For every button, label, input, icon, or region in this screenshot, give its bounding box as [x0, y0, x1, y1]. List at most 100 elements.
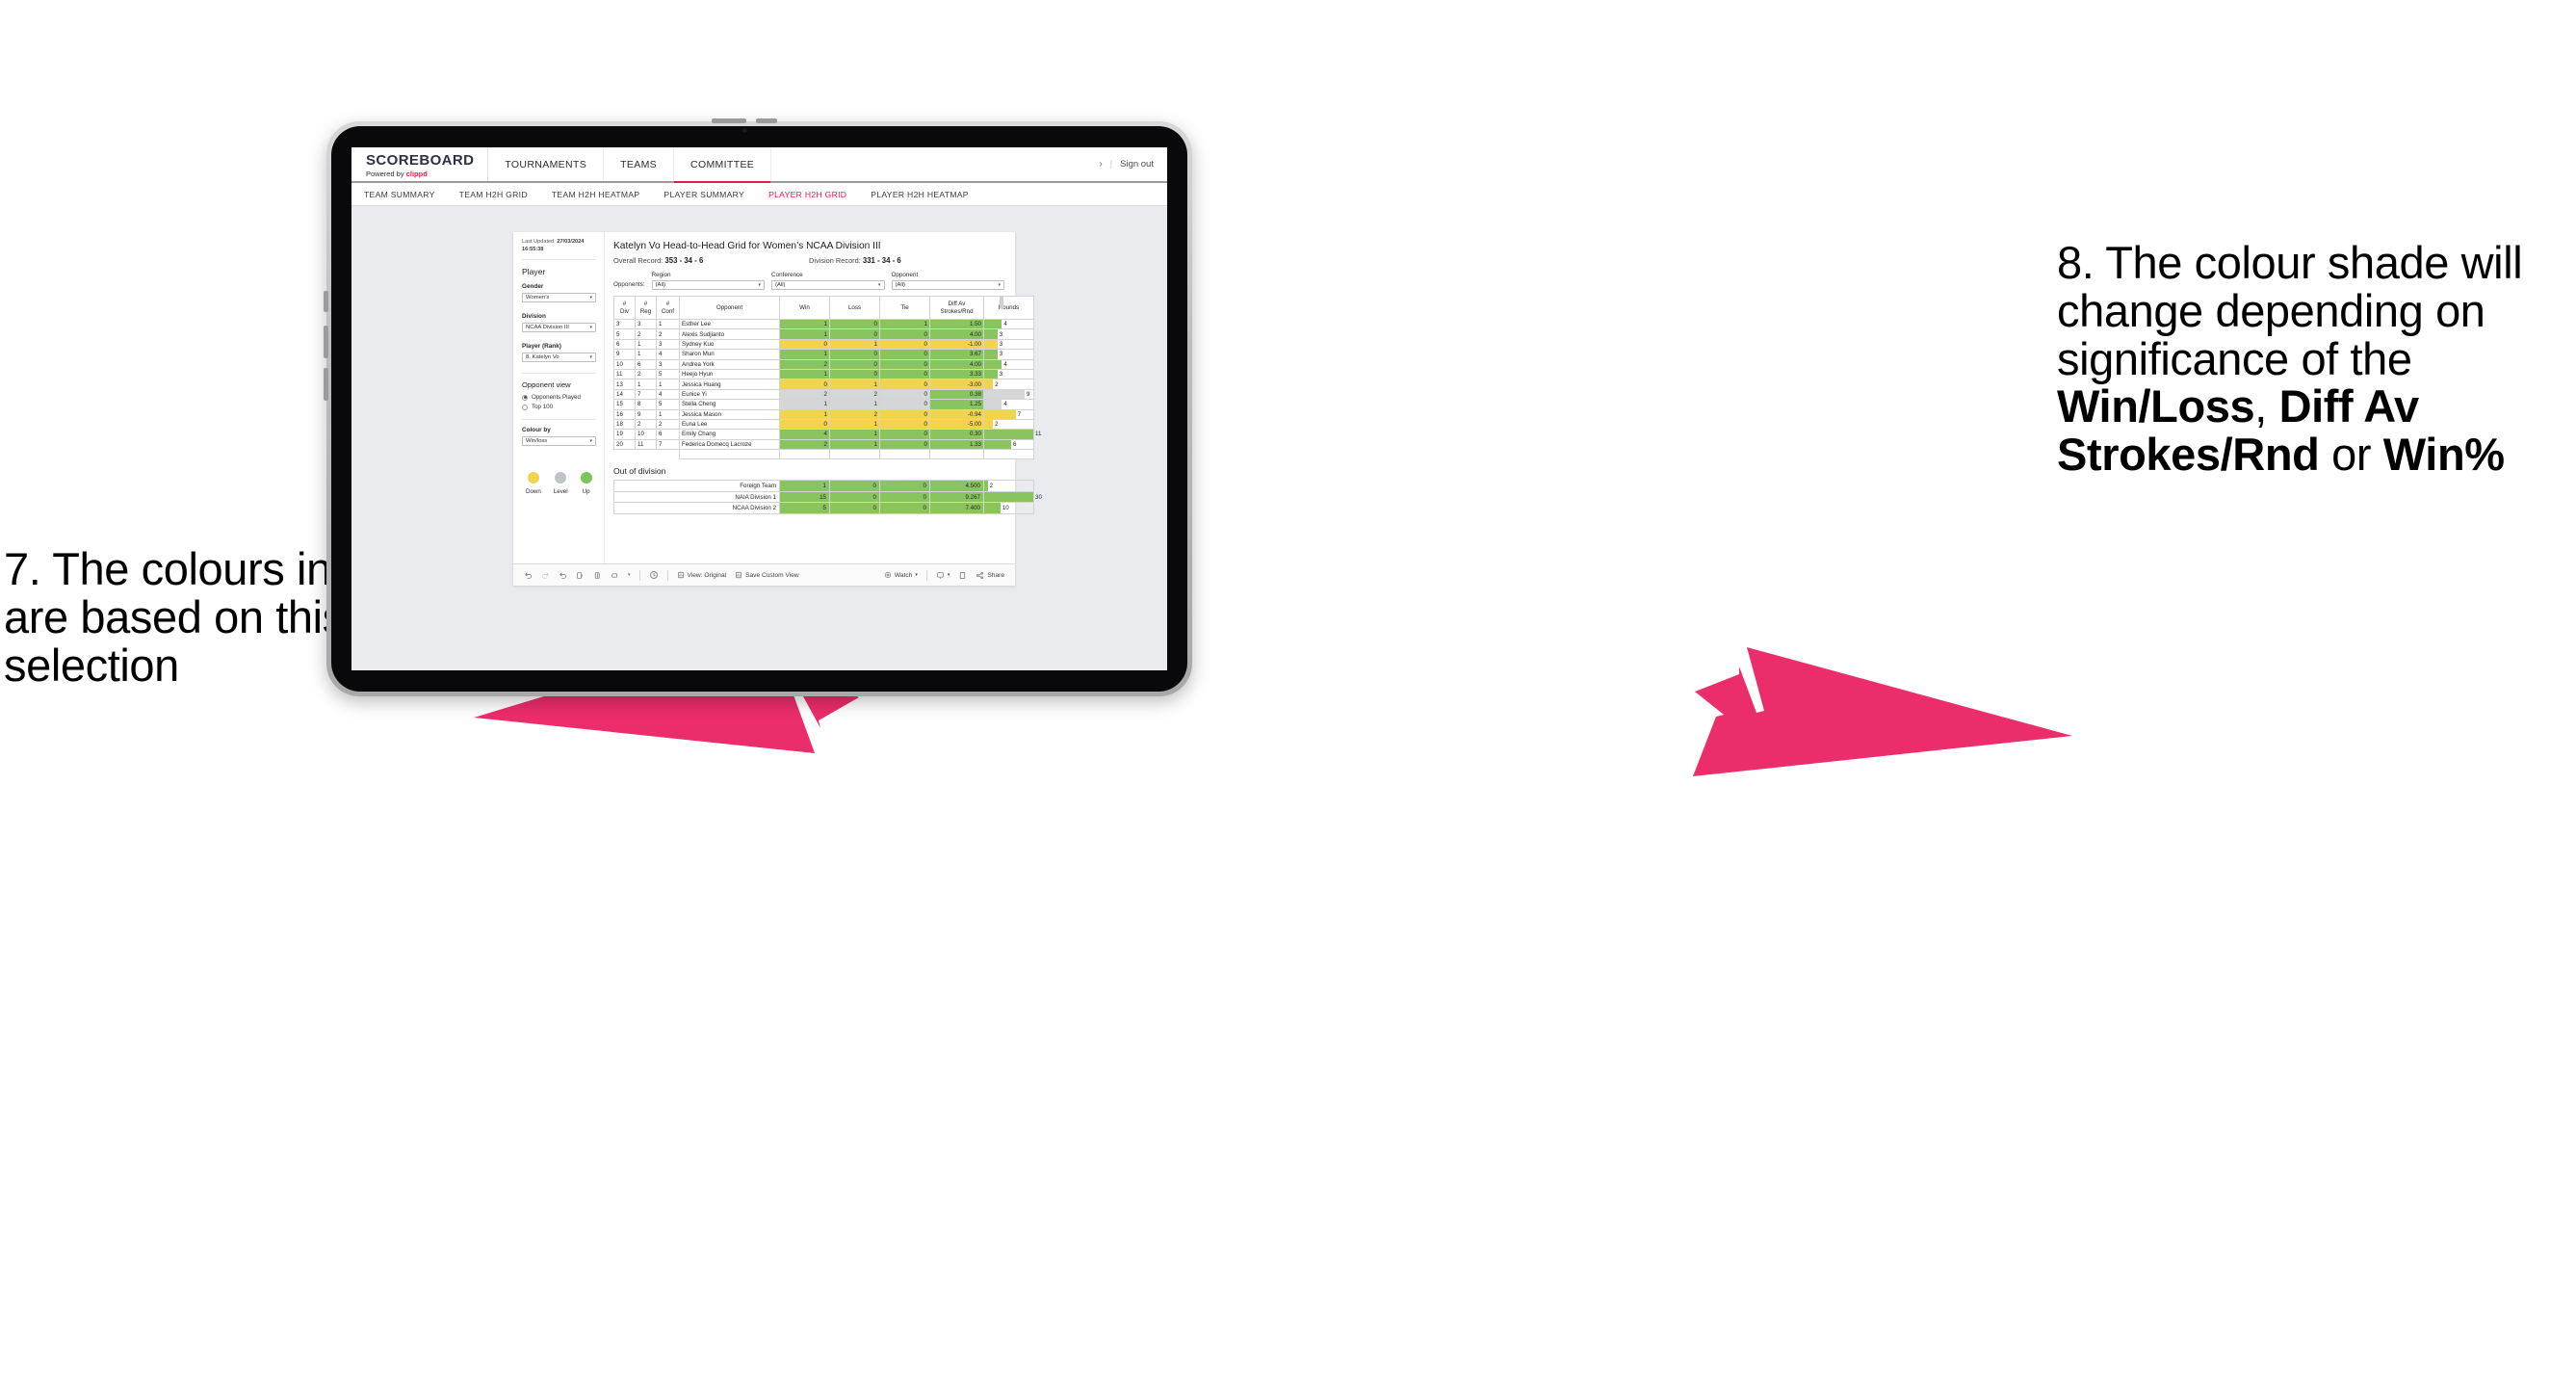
table-row[interactable]: 11 2 5 Heejo Hyun 1 0 0 3.33 3: [613, 368, 1034, 380]
ood-rounds-value: 10: [1002, 505, 1009, 512]
topnav-item-teams[interactable]: TEAMS: [604, 147, 675, 181]
topnav-item-tournaments[interactable]: TOURNAMENTS: [488, 147, 605, 181]
ood-cell-diff: 7.400: [929, 502, 984, 514]
table-header-cell-8[interactable]: Rounds: [983, 296, 1034, 320]
redo-icon[interactable]: [541, 571, 550, 580]
sign-out-link[interactable]: Sign out: [1120, 159, 1154, 170]
opponent-filter-conference-select[interactable]: (All) ▾: [771, 280, 885, 290]
table-row[interactable]: 20 11 7 Federica Domecq Lacroze 2 1 0 1.33 6: [613, 438, 1034, 451]
shape-icon[interactable]: [611, 571, 619, 580]
pause-icon[interactable]: [593, 571, 602, 580]
sidebar-divider-2: [522, 373, 596, 375]
table-row[interactable]: 9 1 4 Sharon Mun 1 0 0 3.67 3: [613, 349, 1034, 360]
subnav-item-team-h2h-grid[interactable]: TEAM H2H GRID: [459, 190, 528, 199]
annotation-8-bold-winloss: Win/Loss: [2057, 380, 2255, 432]
watch-button[interactable]: Watch ▾: [884, 571, 918, 579]
brand-powered-prefix: Powered by: [366, 169, 406, 178]
table-header-cell-1[interactable]: # Reg: [635, 296, 657, 320]
out-of-division-row[interactable]: Foreign Team 1 0 0 4.500 2: [613, 480, 1034, 492]
table-header-cell-5[interactable]: Loss: [829, 296, 880, 320]
filter-gender-select[interactable]: Women’s ▾: [522, 293, 596, 303]
cell-reg: 1: [635, 379, 657, 390]
subnav-item-player-h2h-heatmap[interactable]: PLAYER H2H HEATMAP: [871, 190, 969, 199]
chevron-right-icon[interactable]: ›: [1099, 159, 1102, 170]
filter-colour-by-select[interactable]: Win/loss ▾: [522, 436, 596, 447]
cell-reg: 3: [635, 318, 657, 330]
overall-record-value: 353 - 34 - 6: [664, 256, 704, 265]
opponent-filter-region-select[interactable]: (All) ▾: [651, 280, 766, 290]
last-updated: Last Updated: 27/03/2024 16:55:38: [522, 239, 596, 253]
undo-icon[interactable]: [524, 571, 533, 580]
out-of-division-title: Out of division: [613, 466, 666, 477]
out-of-division-table: Foreign Team 1 0 0 4.500 2 NAIA Division 1 15 0 0…: [613, 480, 1042, 514]
radio-icon-unselected: [522, 404, 528, 410]
opponent-filter-opponent-select[interactable]: (All) ▾: [891, 280, 1005, 290]
table-header-cell-4[interactable]: Win: [779, 296, 830, 320]
fullscreen-icon[interactable]: [958, 571, 967, 580]
app-header: SCOREBOARD Powered by clippd TOURNAMENTS…: [351, 147, 1167, 183]
table-scrollbar[interactable]: [1000, 296, 1003, 309]
view-original-button[interactable]: View: Original: [677, 571, 726, 579]
clock-icon[interactable]: [649, 570, 659, 580]
cell-rounds: 3: [983, 349, 1034, 360]
share-button[interactable]: Share: [976, 571, 1004, 580]
table-row[interactable]: 14 7 4 Eunice Yi 2 2 0 0.38 9: [613, 388, 1034, 401]
cell-opponent: Heejo Hyun: [679, 368, 780, 380]
rounds-bar: [984, 439, 1012, 450]
table-row[interactable]: 6 1 3 Sydney Kuo 0 1 0 -1.00 3: [613, 338, 1034, 351]
chevron-down-icon: ▾: [915, 572, 918, 578]
table-row[interactable]: 18 2 2 Euna Lee 0 1 0 -5.00 2: [613, 418, 1034, 431]
revert-icon[interactable]: [559, 571, 567, 580]
table-row[interactable]: 13 1 1 Jessica Huang 0 1 0 -3.00 2: [613, 379, 1034, 390]
cell-rounds: 3: [983, 328, 1034, 340]
cell-rounds: 3: [983, 368, 1034, 380]
cell-conf: 3: [656, 358, 680, 370]
ood-cell-opponent: NCAA Division 2: [613, 502, 780, 514]
table-row[interactable]: 16 9 1 Jessica Mason 1 2 0 -0.94 7: [613, 408, 1034, 420]
table-row[interactable]: 3 3 1 Esther Lee 1 0 1 1.50 4: [613, 318, 1034, 330]
tablet-button-side-1: [324, 326, 328, 358]
cell-opponent: Emily Chang: [679, 429, 780, 440]
out-of-division-row[interactable]: NAIA Division 1 15 0 0 9.267 30: [613, 490, 1042, 504]
save-custom-view-button[interactable]: Save Custom View: [735, 571, 799, 579]
chevron-down-icon[interactable]: ▾: [628, 572, 631, 578]
table-row[interactable]: 10 6 3 Andrea York 2 0 0 4.00 4: [613, 358, 1034, 370]
table-header-cell-2[interactable]: # Conf: [656, 296, 680, 320]
rounds-bar: [984, 329, 998, 339]
table-row[interactable]: 5 2 2 Alexis Sudjianto 1 0 0 4.00 3: [613, 328, 1034, 340]
toolbar-divider-1: [638, 569, 640, 581]
subnav-item-team-h2h-heatmap[interactable]: TEAM H2H HEATMAP: [552, 190, 640, 199]
radio-top-100[interactable]: Top 100: [522, 404, 596, 410]
subnav-item-player-h2h-grid[interactable]: PLAYER H2H GRID: [768, 190, 846, 199]
cell-reg: 2: [635, 368, 657, 380]
visualization-body: Last Updated: 27/03/2024 16:55:38 Player…: [513, 232, 1042, 563]
table-row[interactable]: 15 8 5 Stella Cheng 1 1 0 1.25 4: [613, 399, 1034, 410]
cell-loss: 1: [829, 418, 880, 431]
rounds-value: 2: [995, 421, 999, 429]
table-header-cell-7[interactable]: Diff Av Strokes/Rnd: [929, 296, 984, 320]
table-header-cell-0[interactable]: # Div: [613, 296, 636, 320]
cell-div: 19: [613, 429, 636, 440]
table-row[interactable]: 19 10 6 Emily Chang 4 1 0 0.30 11: [613, 429, 1041, 440]
table-header-cell-6[interactable]: Tie: [879, 296, 930, 320]
filter-division-select[interactable]: NCAA Division III ▾: [522, 323, 596, 333]
subnav-item-player-summary[interactable]: PLAYER SUMMARY: [664, 190, 744, 199]
cell-loss: 1: [829, 379, 880, 390]
refresh-icon[interactable]: [576, 571, 585, 580]
filter-gender: Gender Women’s ▾: [522, 283, 596, 303]
cell-diff: 4.00: [929, 328, 984, 340]
rounds-value: 7: [1017, 410, 1022, 418]
filter-player-rank-label: Player (Rank): [522, 343, 561, 351]
legend-label-down: Down: [526, 488, 541, 496]
out-of-division-row[interactable]: NCAA Division 2 5 0 0 7.400 10: [613, 502, 1034, 514]
filter-gender-label: Gender: [522, 283, 544, 291]
ood-cell-tie: 0: [879, 480, 930, 492]
download-button[interactable]: ▾: [936, 571, 950, 580]
radio-opponents-played[interactable]: Opponents Played: [522, 394, 596, 401]
subnav-item-team-summary[interactable]: TEAM SUMMARY: [364, 190, 435, 199]
cell-loss: 2: [829, 408, 880, 420]
filter-player-rank-select[interactable]: 8. Katelyn Vo ▾: [522, 353, 596, 363]
table-header-cell-3[interactable]: Opponent: [679, 296, 780, 320]
cell-conf: 4: [656, 388, 680, 401]
topnav-item-committee[interactable]: COMMITTEE: [674, 147, 772, 183]
